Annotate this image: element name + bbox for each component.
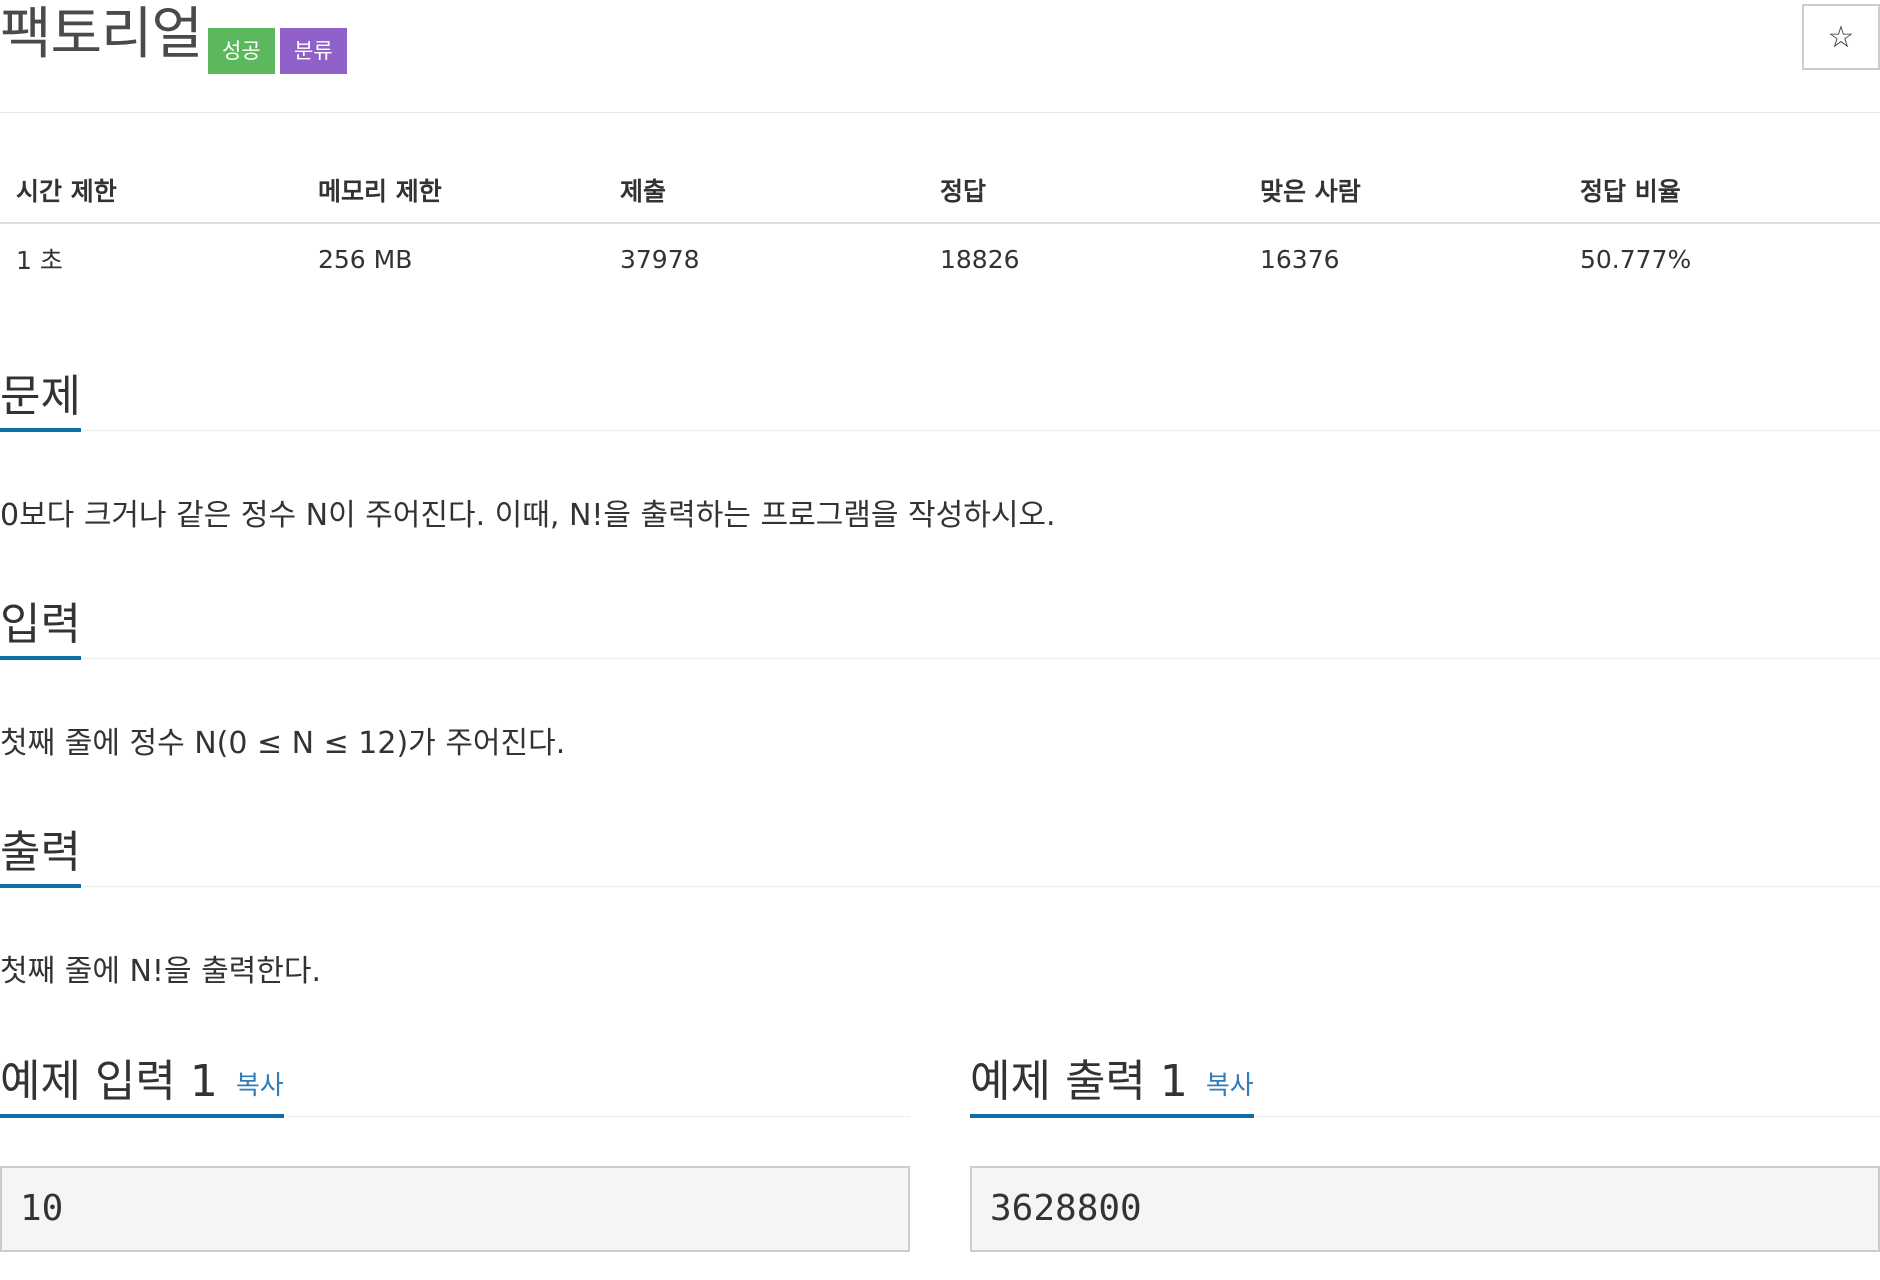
description-section: 문제	[0, 360, 1880, 432]
sample-input-headline-bar: 예제 입력 1 복사	[0, 1040, 910, 1118]
output-section: 출력	[0, 816, 1880, 888]
input-headline-bar: 입력	[0, 588, 1880, 660]
input-title: 입력	[0, 594, 81, 660]
copy-output-button[interactable]: 복사	[1206, 1065, 1254, 1102]
description-headline-bar: 문제	[0, 360, 1880, 432]
favorite-button[interactable]: ☆	[1802, 4, 1880, 70]
accepted-value[interactable]: 18826	[924, 223, 1244, 294]
input-section: 입력	[0, 588, 1880, 660]
output-text: 첫째 줄에 N!을 출력한다.	[0, 954, 322, 989]
sample-input-title: 예제 입력 1	[0, 1056, 218, 1107]
info-table-header-row: 시간 제한 메모리 제한 제출 정답 맞은 사람 정답 비율	[0, 158, 1880, 224]
sample-output-headline: 예제 출력 1 복사	[970, 1040, 1254, 1118]
description-text: 0보다 크거나 같은 정수 N이 주어진다. 이때, N!을 출력하는 프로그램…	[0, 498, 1056, 533]
submissions-header: 제출	[604, 158, 924, 224]
output-title: 출력	[0, 822, 81, 888]
accepted-ratio-header: 정답 비율	[1564, 158, 1880, 224]
output-headline-bar: 출력	[0, 816, 1880, 888]
sample-input-column: 예제 입력 1 복사 10	[0, 1040, 910, 1252]
sample-output-headline-bar: 예제 출력 1 복사	[970, 1040, 1880, 1118]
sample-input-box: 10	[0, 1166, 910, 1252]
solved-users-header: 맞은 사람	[1244, 158, 1564, 224]
solved-users-value[interactable]: 16376	[1244, 223, 1564, 294]
problem-info-table: 시간 제한 메모리 제한 제출 정답 맞은 사람 정답 비율 1 초 256 M…	[0, 158, 1880, 294]
submissions-value[interactable]: 37978	[604, 223, 924, 294]
memory-limit-value: 256 MB	[318, 244, 413, 274]
time-limit-value: 1 초	[16, 246, 63, 275]
info-table-row: 1 초 256 MB 37978 18826 16376 50.777%	[0, 223, 1880, 294]
classification-badge[interactable]: 분류	[280, 28, 347, 74]
sample-output-column: 예제 출력 1 복사 3628800	[970, 1040, 1880, 1252]
sample-output-title: 예제 출력 1	[970, 1056, 1188, 1107]
accepted-header: 정답	[924, 158, 1244, 224]
accepted-ratio-value: 50.777%	[1580, 244, 1692, 274]
problem-title: 팩토리얼	[0, 2, 203, 67]
time-limit-header: 시간 제한	[0, 158, 302, 224]
description-title: 문제	[0, 366, 81, 432]
problem-header: 팩토리얼 성공 분류 ☆	[0, 0, 1880, 113]
star-icon: ☆	[1827, 19, 1855, 55]
memory-limit-header: 메모리 제한	[302, 158, 604, 224]
sample-input-headline: 예제 입력 1 복사	[0, 1040, 284, 1118]
sample-output-box: 3628800	[970, 1166, 1880, 1252]
problem-page: 팩토리얼 성공 분류 ☆ 시간 제한 메모리 제한 제출 정답 맞은 사람 정답…	[0, 0, 1880, 1280]
copy-input-button[interactable]: 복사	[236, 1065, 284, 1102]
success-badge[interactable]: 성공	[208, 28, 275, 74]
input-text: 첫째 줄에 정수 N(0 ≤ N ≤ 12)가 주어진다.	[0, 726, 566, 761]
